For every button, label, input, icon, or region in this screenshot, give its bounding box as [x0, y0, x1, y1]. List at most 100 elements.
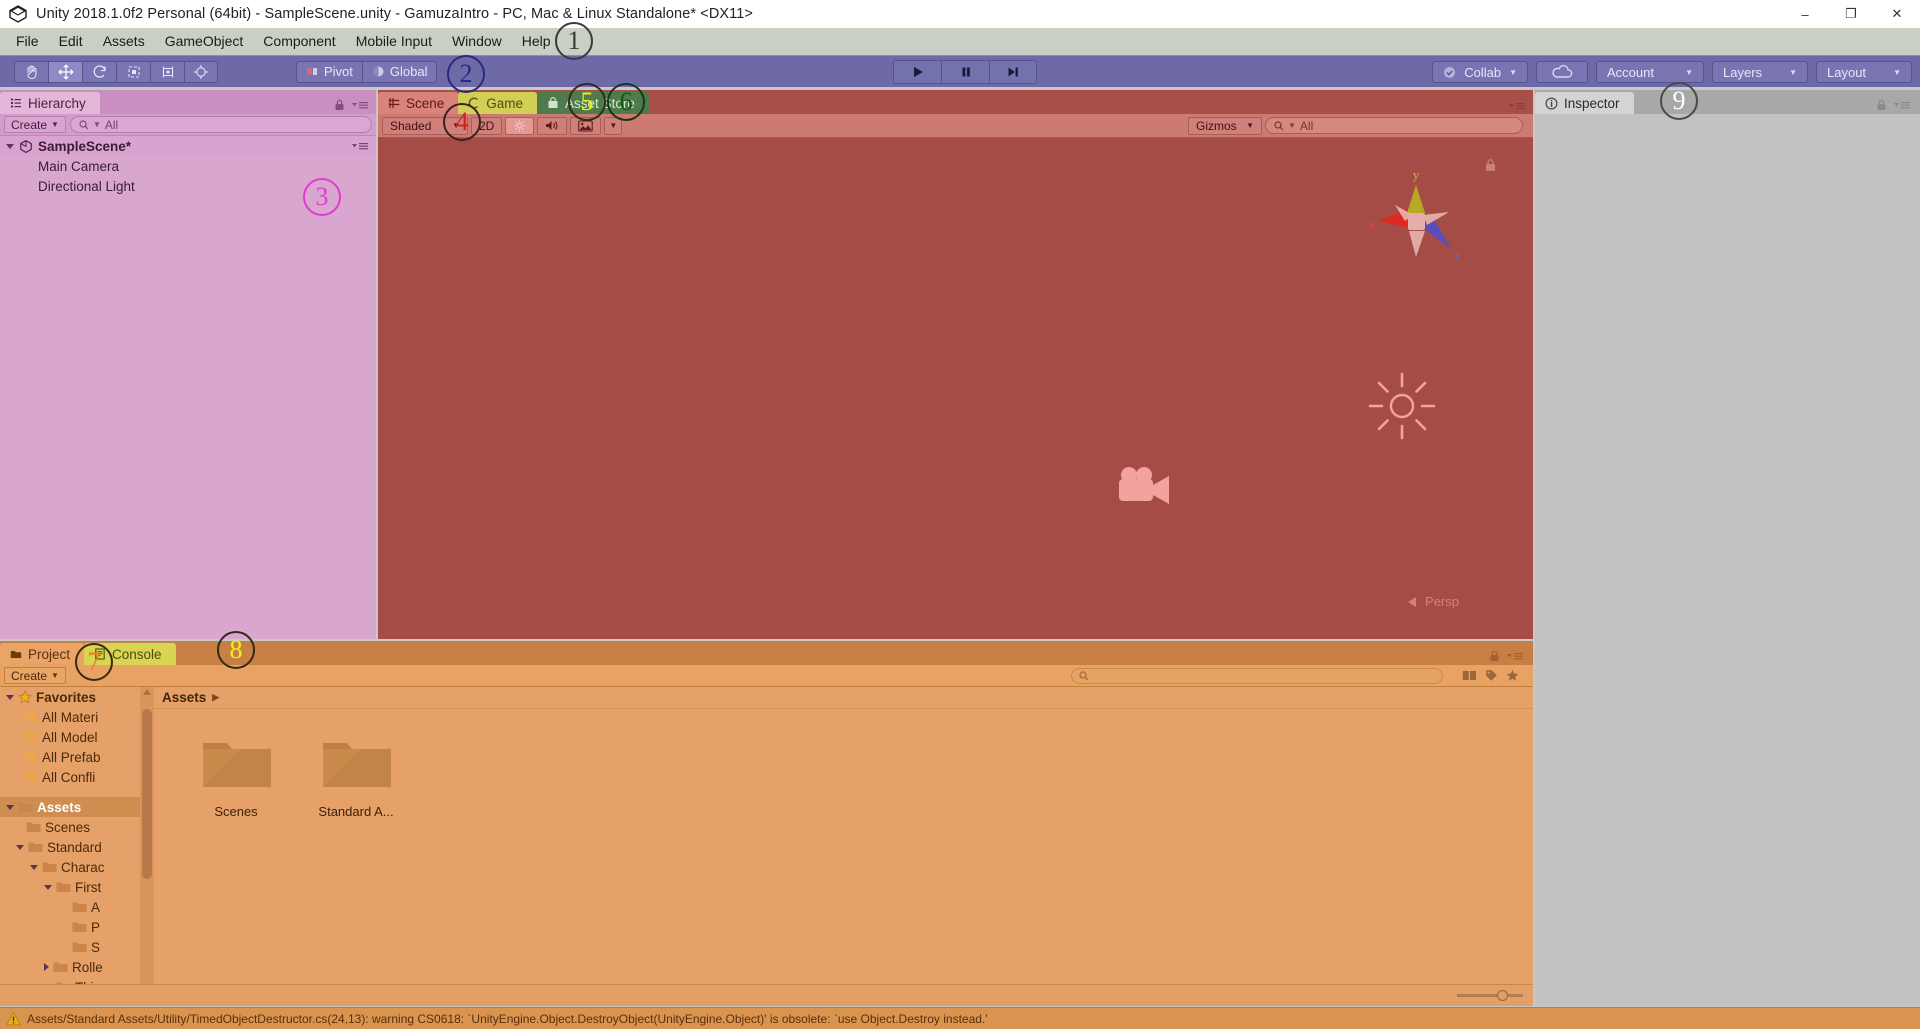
- svg-text:x: x: [1369, 217, 1376, 232]
- project-tree[interactable]: Favorites All Materi All Model All Prefa…: [0, 687, 140, 1006]
- asset-item[interactable]: Standard A...: [308, 735, 404, 819]
- rotate-tool-icon[interactable]: [82, 60, 116, 83]
- scene-search-input[interactable]: ▼ All: [1265, 117, 1523, 134]
- annotation-2: 2: [447, 55, 485, 93]
- global-toggle[interactable]: Global: [362, 60, 438, 83]
- pivot-global-group: Pivot Global: [296, 60, 438, 83]
- tree-row[interactable]: Rolle: [0, 957, 140, 977]
- chevron-down-icon[interactable]: [16, 844, 24, 850]
- menu-help[interactable]: Help: [512, 30, 561, 52]
- tag-filter-icon[interactable]: [1485, 669, 1498, 682]
- close-button[interactable]: ✕: [1874, 0, 1920, 28]
- menu-component[interactable]: Component: [253, 30, 345, 52]
- tree-row[interactable]: Standard: [0, 837, 140, 857]
- chevron-down-icon[interactable]: [6, 143, 14, 149]
- chevron-down-icon[interactable]: [30, 864, 38, 870]
- project-create-button[interactable]: Create ▼: [4, 667, 66, 684]
- favorite-filter-icon[interactable]: [1506, 669, 1519, 682]
- chevron-down-icon[interactable]: [44, 884, 52, 890]
- scene-viewport[interactable]: y x z Persp: [378, 138, 1533, 639]
- tree-row[interactable]: Charac: [0, 857, 140, 877]
- panel-menu-icon[interactable]: [1894, 100, 1910, 110]
- directional-light-gizmo-icon[interactable]: [1366, 370, 1438, 447]
- tree-row[interactable]: First: [0, 877, 140, 897]
- lock-icon[interactable]: [1489, 650, 1500, 662]
- play-button[interactable]: [893, 60, 941, 84]
- project-asset-browser[interactable]: Assets ▶ Scenes Standard A...: [154, 687, 1533, 1006]
- menu-file[interactable]: File: [6, 30, 49, 52]
- menu-edit[interactable]: Edit: [49, 30, 93, 52]
- project-search-input[interactable]: [1071, 667, 1443, 684]
- minimize-button[interactable]: –: [1782, 0, 1828, 28]
- layout-button[interactable]: Layout ▼: [1816, 61, 1912, 83]
- scale-tool-icon[interactable]: [116, 60, 150, 83]
- step-button[interactable]: [989, 60, 1037, 84]
- chevron-down-icon: ▼: [51, 120, 59, 129]
- tab-hierarchy[interactable]: Hierarchy: [0, 92, 100, 114]
- tree-row[interactable]: All Prefab: [0, 747, 140, 767]
- tree-row[interactable]: P: [0, 917, 140, 937]
- tree-row-label: P: [91, 919, 101, 935]
- tree-row[interactable]: Favorites: [0, 687, 140, 707]
- chevron-down-icon[interactable]: [6, 804, 14, 810]
- zoom-slider-knob[interactable]: [1497, 990, 1508, 1001]
- audio-icon[interactable]: [537, 116, 568, 135]
- scene-menu-icon[interactable]: [352, 141, 368, 151]
- hand-tool-icon[interactable]: [14, 60, 48, 83]
- panel-menu-icon[interactable]: [352, 100, 368, 110]
- status-bar[interactable]: Assets/Standard Assets/Utility/TimedObje…: [0, 1007, 1920, 1029]
- lock-icon[interactable]: [334, 99, 345, 111]
- chevron-right-icon[interactable]: [44, 963, 49, 971]
- menu-window[interactable]: Window: [442, 30, 512, 52]
- folder-icon: [42, 862, 57, 872]
- pause-button[interactable]: [941, 60, 989, 84]
- menu-assets[interactable]: Assets: [93, 30, 155, 52]
- tree-row[interactable]: Scenes: [0, 817, 140, 837]
- tree-row[interactable]: All Model: [0, 727, 140, 747]
- maximize-button[interactable]: ❐: [1828, 0, 1874, 28]
- account-button[interactable]: Account ▼: [1596, 61, 1704, 83]
- scroll-up-arrow-icon[interactable]: [143, 689, 151, 695]
- gizmos-dropdown[interactable]: Gizmos ▼: [1188, 116, 1262, 135]
- tab-inspector[interactable]: Inspector: [1535, 92, 1634, 114]
- asset-zoom-slider[interactable]: [1457, 990, 1523, 1001]
- tab-project-label: Project: [28, 646, 71, 662]
- lighting-icon[interactable]: [505, 116, 535, 135]
- collab-button[interactable]: Collab ▼: [1432, 61, 1528, 83]
- menu-mobile-input[interactable]: Mobile Input: [346, 30, 442, 52]
- tab-project[interactable]: Project: [0, 643, 85, 665]
- camera-gizmo-icon[interactable]: [1113, 463, 1181, 520]
- menu-gameobject[interactable]: GameObject: [155, 30, 254, 52]
- label-filter-icon[interactable]: [1462, 669, 1477, 682]
- scene-axis-gizmo[interactable]: y x z: [1361, 165, 1471, 275]
- chevron-down-icon: ▼: [1288, 121, 1296, 130]
- tree-row[interactable]: All Confli: [0, 767, 140, 787]
- scrollbar-thumb[interactable]: [142, 709, 152, 879]
- tree-row[interactable]: All Materi: [0, 707, 140, 727]
- tree-row[interactable]: A: [0, 897, 140, 917]
- rect-tool-icon[interactable]: [150, 60, 184, 83]
- window-controls: – ❐ ✕: [1782, 0, 1920, 28]
- asset-item[interactable]: Scenes: [188, 735, 284, 819]
- tree-row[interactable]: Assets: [0, 797, 140, 817]
- scene-lock-icon[interactable]: [1484, 158, 1497, 178]
- move-tool-icon[interactable]: [48, 60, 82, 83]
- transform-tool-icon[interactable]: [184, 60, 218, 83]
- hierarchy-item-main-camera[interactable]: Main Camera: [0, 156, 376, 176]
- pivot-toggle[interactable]: Pivot: [296, 60, 363, 83]
- hierarchy-create-button[interactable]: Create ▼: [4, 116, 66, 133]
- playback-controls: [893, 56, 1037, 88]
- tree-row[interactable]: S: [0, 937, 140, 957]
- lock-icon[interactable]: [1876, 99, 1887, 111]
- chevron-down-icon[interactable]: [6, 694, 14, 700]
- inspector-body[interactable]: [1535, 114, 1920, 1006]
- breadcrumb-assets[interactable]: Assets: [162, 690, 206, 705]
- tree-row-label: Favorites: [36, 689, 97, 705]
- hierarchy-scene-row[interactable]: SampleScene*: [0, 136, 376, 156]
- panel-menu-icon[interactable]: [1509, 101, 1525, 111]
- project-tree-scrollbar[interactable]: [140, 687, 154, 1006]
- cloud-button[interactable]: [1536, 61, 1588, 83]
- panel-menu-icon[interactable]: [1507, 651, 1523, 661]
- hierarchy-search-input[interactable]: ▼ All: [69, 116, 372, 133]
- layers-button[interactable]: Layers ▼: [1712, 61, 1808, 83]
